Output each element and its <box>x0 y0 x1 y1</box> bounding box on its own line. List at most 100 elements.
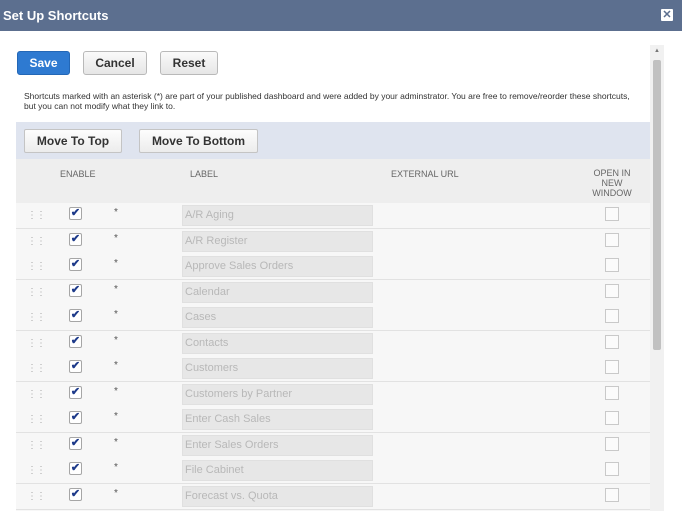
drag-handle-icon[interactable]: ⋮⋮ <box>27 363 46 374</box>
table-row[interactable]: ⋮⋮ ✔ * Enter Sales Orders <box>16 432 650 459</box>
label-field: Contacts <box>182 332 373 354</box>
drag-handle-icon[interactable]: ⋮⋮ <box>27 414 46 425</box>
open-in-new-window-checkbox[interactable] <box>605 334 619 349</box>
drag-handle-icon[interactable]: ⋮⋮ <box>27 210 46 221</box>
enable-checkbox[interactable]: ✔ <box>69 411 82 424</box>
asterisk-marker: * <box>114 283 118 295</box>
asterisk-marker: * <box>114 258 118 269</box>
label-field: A/R Aging <box>182 205 373 226</box>
checkmark-icon: ✔ <box>70 207 81 219</box>
drag-handle-icon[interactable]: ⋮⋮ <box>27 312 46 323</box>
open-in-new-window-checkbox[interactable] <box>605 462 619 476</box>
drag-handle-icon[interactable]: ⋮⋮ <box>27 465 46 476</box>
save-button[interactable]: Save <box>17 51 70 75</box>
table-row[interactable]: ⋮⋮ ✔ * A/R Register <box>16 228 650 255</box>
column-open-in-new-window: OPEN IN NEW WINDOW <box>592 168 632 198</box>
dialog-content: Save Cancel Reset Shortcuts marked with … <box>0 31 650 511</box>
enable-checkbox[interactable]: ✔ <box>69 487 82 501</box>
label-field: Cases <box>182 307 373 328</box>
open-in-new-window-checkbox[interactable] <box>605 232 619 247</box>
table-row[interactable]: ⋮⋮ ✔ * Customers <box>16 356 650 382</box>
label-field: Calendar <box>182 281 373 303</box>
reset-button[interactable]: Reset <box>160 51 218 75</box>
checkmark-icon: ✔ <box>70 309 81 321</box>
enable-checkbox[interactable]: ✔ <box>69 385 82 399</box>
scrollbar-thumb[interactable] <box>653 60 661 350</box>
open-in-new-window-checkbox[interactable] <box>605 487 619 502</box>
label-field: Enter Cash Sales <box>182 409 373 430</box>
table-row[interactable]: ⋮⋮ ✔ * Approve Sales Orders <box>16 254 650 280</box>
asterisk-notice: Shortcuts marked with an asterisk (*) ar… <box>24 91 630 111</box>
open-in-new-window-checkbox[interactable] <box>605 436 619 451</box>
enable-checkbox[interactable]: ✔ <box>69 360 82 373</box>
enable-checkbox[interactable]: ✔ <box>69 232 82 246</box>
label-field: File Cabinet <box>182 460 373 481</box>
checkmark-icon: ✔ <box>70 436 81 449</box>
checkmark-icon: ✔ <box>70 283 81 296</box>
asterisk-marker: * <box>114 487 118 499</box>
drag-handle-icon[interactable]: ⋮⋮ <box>27 491 46 502</box>
table-row[interactable]: ⋮⋮ ✔ * Calendar <box>16 279 650 306</box>
column-external-url: EXTERNAL URL <box>391 169 459 179</box>
move-to-top-button[interactable]: Move To Top <box>24 129 122 153</box>
drag-handle-icon[interactable]: ⋮⋮ <box>27 389 46 400</box>
open-in-new-window-checkbox[interactable] <box>605 207 619 221</box>
enable-checkbox[interactable]: ✔ <box>69 258 82 271</box>
table-row[interactable]: ⋮⋮ ✔ * Enter Cash Sales <box>16 407 650 433</box>
checkmark-icon: ✔ <box>70 258 81 270</box>
label-field: Approve Sales Orders <box>182 256 373 277</box>
checkmark-icon: ✔ <box>70 411 81 423</box>
checkmark-icon: ✔ <box>70 232 81 245</box>
shortcuts-table: Move To Top Move To Bottom ENABLE LABEL … <box>16 122 650 511</box>
asterisk-marker: * <box>114 334 118 346</box>
open-in-new-window-checkbox[interactable] <box>605 258 619 272</box>
dialog-title: Set Up Shortcuts <box>3 8 109 23</box>
open-in-new-window-checkbox[interactable] <box>605 360 619 374</box>
asterisk-marker: * <box>114 309 118 320</box>
column-label: LABEL <box>190 169 219 179</box>
open-in-new-window-checkbox[interactable] <box>605 411 619 425</box>
label-field: Customers by Partner <box>182 383 373 405</box>
table-row[interactable]: ⋮⋮ ✔ * A/R Aging <box>16 203 650 229</box>
open-in-new-window-checkbox[interactable] <box>605 309 619 323</box>
scroll-up-arrow-icon[interactable]: ▲ <box>654 48 660 54</box>
asterisk-marker: * <box>114 207 118 218</box>
drag-handle-icon[interactable]: ⋮⋮ <box>27 287 46 298</box>
column-enable: ENABLE <box>60 169 96 179</box>
label-field: A/R Register <box>182 230 373 252</box>
asterisk-marker: * <box>114 360 118 371</box>
drag-handle-icon[interactable]: ⋮⋮ <box>27 440 46 451</box>
enable-checkbox[interactable]: ✔ <box>69 334 82 348</box>
asterisk-marker: * <box>114 232 118 244</box>
enable-checkbox[interactable]: ✔ <box>69 436 82 450</box>
open-in-new-window-checkbox[interactable] <box>605 283 619 298</box>
table-row[interactable]: ⋮⋮ ✔ * File Cabinet <box>16 458 650 484</box>
table-row[interactable]: ⋮⋮ ✔ * Customers by Partner <box>16 381 650 408</box>
table-row[interactable]: ⋮⋮ ✔ * Forecast vs. Quota <box>16 483 650 510</box>
cancel-button[interactable]: Cancel <box>83 51 147 75</box>
open-in-new-window-checkbox[interactable] <box>605 385 619 400</box>
table-row[interactable]: ⋮⋮ ✔ * Contacts <box>16 330 650 357</box>
drag-handle-icon[interactable]: ⋮⋮ <box>27 236 46 247</box>
checkmark-icon: ✔ <box>70 334 81 347</box>
asterisk-marker: * <box>114 411 118 422</box>
drag-handle-icon[interactable]: ⋮⋮ <box>27 261 46 272</box>
drag-handle-icon[interactable]: ⋮⋮ <box>27 338 46 349</box>
asterisk-marker: * <box>114 385 118 397</box>
table-row[interactable]: ⋮⋮ ✔ * Cases <box>16 305 650 331</box>
enable-checkbox[interactable]: ✔ <box>69 283 82 297</box>
checkmark-icon: ✔ <box>70 487 81 500</box>
enable-checkbox[interactable]: ✔ <box>69 309 82 322</box>
checkmark-icon: ✔ <box>70 385 81 398</box>
checkmark-icon: ✔ <box>70 360 81 372</box>
close-icon[interactable]: ✕ <box>661 9 673 21</box>
dialog-titlebar: Set Up Shortcuts ✕ <box>0 0 682 31</box>
label-field: Customers <box>182 358 373 379</box>
checkmark-icon: ✔ <box>70 462 81 474</box>
enable-checkbox[interactable]: ✔ <box>69 462 82 475</box>
enable-checkbox[interactable]: ✔ <box>69 207 82 220</box>
dialog-scrollbar[interactable]: ▲ <box>650 45 664 511</box>
table-toolbar: Move To Top Move To Bottom <box>16 122 650 159</box>
move-to-bottom-button[interactable]: Move To Bottom <box>139 129 258 153</box>
table-header: ENABLE LABEL EXTERNAL URL OPEN IN NEW WI… <box>16 159 650 203</box>
